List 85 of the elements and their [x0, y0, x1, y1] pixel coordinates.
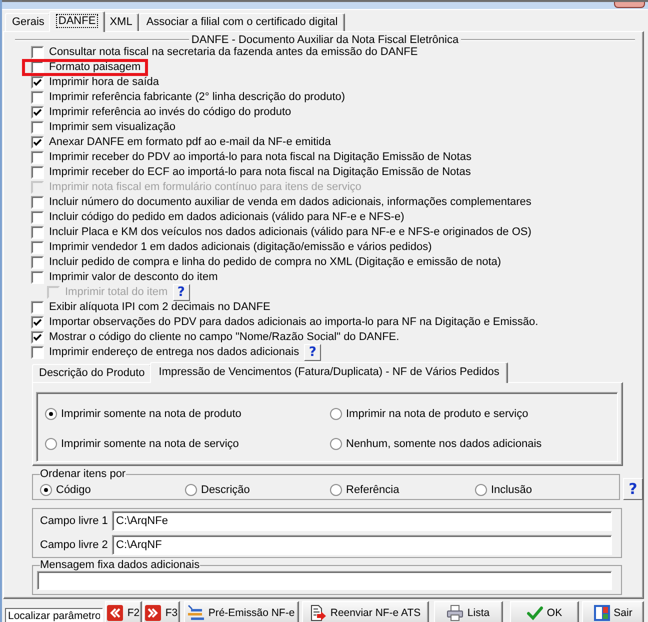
- message-field[interactable]: [37, 571, 612, 590]
- radio-button[interactable]: [185, 484, 197, 496]
- checkbox[interactable]: [31, 346, 44, 359]
- checkbox[interactable]: [31, 316, 44, 329]
- toolbar-button[interactable]: Lista: [434, 601, 503, 622]
- checkbox-label[interactable]: Incluir Placa e KM dos veículos nos dados adicionais (válido para NF-e e NFS-e originados de OS): [49, 226, 532, 239]
- toolbar-button[interactable]: Pré-Emissão NF-e: [184, 601, 299, 622]
- group-title: DANFE - Documento Auxiliar da Nota Fiscal Eletrônica: [190, 35, 460, 45]
- checkbox[interactable]: [31, 91, 44, 104]
- checkbox-label[interactable]: Imprimir referência fabricante (2° linha descrição do produto): [49, 91, 346, 104]
- checkbox[interactable]: [31, 256, 44, 269]
- checkbox-label[interactable]: Imprimir hora de saída: [49, 76, 160, 89]
- checkbox[interactable]: [31, 226, 44, 239]
- checkbox[interactable]: [31, 106, 44, 119]
- checkbox[interactable]: [31, 166, 44, 179]
- text-field[interactable]: C:\ArqNF: [112, 535, 612, 555]
- checkbox[interactable]: [31, 271, 44, 284]
- checkmark-icon: [526, 605, 543, 621]
- radio-label[interactable]: Nenhum, somente nos dados adicionais: [346, 438, 542, 450]
- search-field[interactable]: Localizar parâmetro: [5, 608, 103, 622]
- group-title: Ordenar itens por: [40, 468, 126, 481]
- checkbox[interactable]: [31, 196, 44, 209]
- tab[interactable]: Descrição do Produto: [32, 364, 152, 382]
- toolbar-button[interactable]: Sair: [582, 601, 644, 622]
- checkbox-label[interactable]: Imprimir endereço de entrega nos dados adicionais: [49, 346, 300, 359]
- text-field[interactable]: C:\ArqNFe: [112, 511, 612, 531]
- checkbox-label[interactable]: Imprimir vendedor 1 em dados adicionais (digitação/emissão e vários pedidos): [49, 241, 432, 254]
- stacked-lines-icon: [188, 605, 204, 621]
- checkbox-label[interactable]: Imprimir receber do PDV ao importá-lo para nota fiscal na Digitação Emissão de Notas: [49, 151, 472, 164]
- radio-button[interactable]: [40, 484, 52, 496]
- checkbox[interactable]: [31, 46, 44, 59]
- tab[interactable]: Associar a filial com o certificado digital: [139, 13, 345, 31]
- radio-button[interactable]: [330, 408, 342, 420]
- document-arrow-icon: [310, 605, 326, 621]
- radio-label[interactable]: Referência: [346, 484, 400, 496]
- checkbox-label[interactable]: Incluir código do pedido em dados adicionais (válido para NF-e e NFS-e): [49, 211, 404, 224]
- field-label: Campo livre 1: [40, 514, 109, 528]
- double-chevron-right-icon: [145, 605, 162, 621]
- radio-button[interactable]: [330, 484, 342, 496]
- field-label: Campo livre 2: [40, 538, 109, 552]
- radio-label[interactable]: Imprimir somente na nota de produto: [61, 408, 242, 420]
- checkbox[interactable]: [31, 241, 44, 254]
- checkbox[interactable]: [31, 301, 44, 314]
- checkbox-label[interactable]: Anexar DANFE em formato pdf ao e-mail da NF-e emitida: [49, 136, 331, 149]
- door-icon: [594, 605, 610, 621]
- checkbox-label[interactable]: Exibir alíquota IPI com 2 decimais no DANFE: [49, 301, 270, 314]
- tab[interactable]: XML: [102, 13, 140, 31]
- checkbox-label[interactable]: Mostrar o código do cliente no campo "Nome/Razão Social" do DANFE.: [49, 331, 400, 344]
- checkbox-label[interactable]: Incluir número do documento auxiliar de venda em dados adicionais, informações complementares: [49, 196, 532, 209]
- tab[interactable]: DANFE: [49, 11, 105, 32]
- checkbox-label[interactable]: Formato paisagem: [49, 61, 141, 74]
- double-chevron-left-icon: [107, 605, 124, 621]
- checkbox-label[interactable]: Incluir pedido de compra e linha do pedido de compra no XML (Digitação e emissão de nota): [49, 256, 502, 269]
- checkbox[interactable]: [31, 211, 44, 224]
- checkbox[interactable]: [31, 76, 44, 89]
- radio-button[interactable]: [45, 438, 57, 450]
- checkbox-label[interactable]: Imprimir receber do ECF ao importá-lo para nota fiscal na Digitação Emissão de Notas: [49, 166, 471, 179]
- checkbox[interactable]: [31, 136, 44, 149]
- radio-label[interactable]: Código: [56, 484, 91, 496]
- radio-label[interactable]: Imprimir na nota de produto e serviço: [346, 408, 528, 420]
- toolbar-button[interactable]: F2: [105, 601, 142, 622]
- radio-button[interactable]: [45, 408, 57, 420]
- checkbox[interactable]: [31, 151, 44, 164]
- printer-icon: [447, 605, 464, 621]
- radio-button[interactable]: [330, 438, 342, 450]
- checkbox-label[interactable]: Imprimir referência ao invés do código do produto: [49, 106, 292, 119]
- checkbox-label[interactable]: Importar observações do PDV para dados adicionais ao importa-lo para NF na Digitação e Emissão.: [49, 316, 538, 329]
- checkbox[interactable]: [31, 121, 44, 134]
- tab[interactable]: Impressão de Vencimentos (Fatura/Duplicata) - NF de Vários Pedidos: [150, 362, 508, 383]
- radio-label[interactable]: Descrição: [201, 484, 250, 496]
- radio-label[interactable]: Inclusão: [491, 484, 532, 496]
- help-button[interactable]: ?: [623, 478, 643, 500]
- help-button[interactable]: ?: [304, 344, 322, 361]
- toolbar-button[interactable]: F3: [143, 601, 180, 622]
- close-button[interactable]: [614, 2, 645, 8]
- checkbox[interactable]: [31, 331, 44, 344]
- checkbox-label[interactable]: Consultar nota fiscal na secretaria da fazenda antes da emissão do DANFE: [49, 46, 418, 59]
- toolbar-button[interactable]: OK: [510, 601, 579, 622]
- toolbar-button[interactable]: Reenviar NF-e ATS: [302, 601, 429, 622]
- checkbox-label[interactable]: Imprimir valor de desconto do item: [49, 271, 218, 284]
- group-title: Mensagem fixa dados adicionais: [40, 560, 200, 571]
- radio-button[interactable]: [475, 484, 487, 496]
- radio-label[interactable]: Imprimir somente na nota de serviço: [61, 438, 239, 450]
- checkbox-label[interactable]: Imprimir sem visualização: [49, 121, 176, 134]
- tab[interactable]: Gerais: [5, 13, 52, 31]
